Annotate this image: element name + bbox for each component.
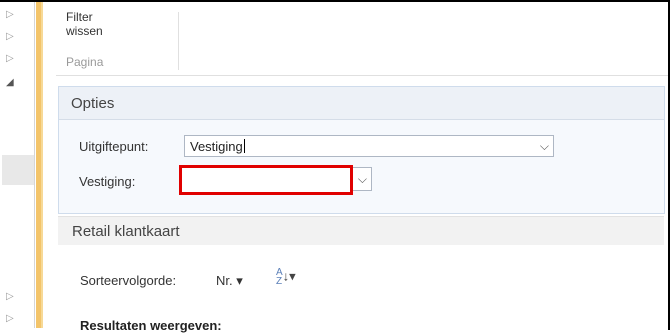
chevron-down-icon[interactable]: ⌵	[540, 139, 549, 154]
triangle-right-icon[interactable]: ▷	[6, 32, 16, 42]
left-navigation-pane: ▷ ▷ ▷ ◢ ▷ ▷	[2, 2, 35, 328]
chevron-down-icon[interactable]: ⌵	[358, 172, 367, 187]
branch-label: Vestiging:	[79, 174, 136, 189]
retail-customer-card-header[interactable]: Retail klantkaart	[58, 216, 664, 245]
triangle-right-icon[interactable]: ▷	[6, 314, 16, 324]
ribbon-group-label: Pagina	[66, 55, 104, 69]
window-top-border	[0, 0, 670, 2]
triangle-down-icon[interactable]: ◢	[6, 78, 16, 88]
issue-point-label: Uitgiftepunt:	[79, 139, 149, 154]
issue-point-value: Vestiging	[190, 139, 245, 154]
show-results-label: Resultaten weergeven:	[80, 318, 222, 333]
ribbon-bottom-border	[56, 75, 668, 76]
ribbon-separator	[178, 12, 179, 70]
sort-order-label: Sorteervolgorde:	[80, 273, 177, 288]
triangle-right-icon[interactable]: ▷	[6, 292, 16, 302]
sort-order-dropdown[interactable]: Nr. ▾	[216, 273, 243, 289]
triangle-right-icon[interactable]: ▷	[6, 10, 16, 20]
issue-point-dropdown[interactable]: Vestiging ⌵	[184, 135, 554, 157]
retail-customer-card-title: Retail klantkaart	[72, 223, 180, 240]
highlight-box	[179, 165, 353, 195]
clear-filter-button[interactable]: Filter wissen	[66, 10, 118, 38]
sort-az-icon[interactable]: A Z↓▾	[276, 268, 296, 287]
accent-bar-light	[41, 2, 43, 328]
triangle-right-icon[interactable]: ▷	[6, 54, 16, 64]
text-cursor	[243, 139, 245, 153]
nav-selection-highlight	[2, 155, 34, 185]
options-panel: Opties Uitgiftepunt: Vestiging ⌵ Vestigi…	[58, 86, 665, 214]
options-panel-title: Opties	[71, 95, 115, 112]
options-panel-header[interactable]: Opties	[59, 87, 664, 120]
